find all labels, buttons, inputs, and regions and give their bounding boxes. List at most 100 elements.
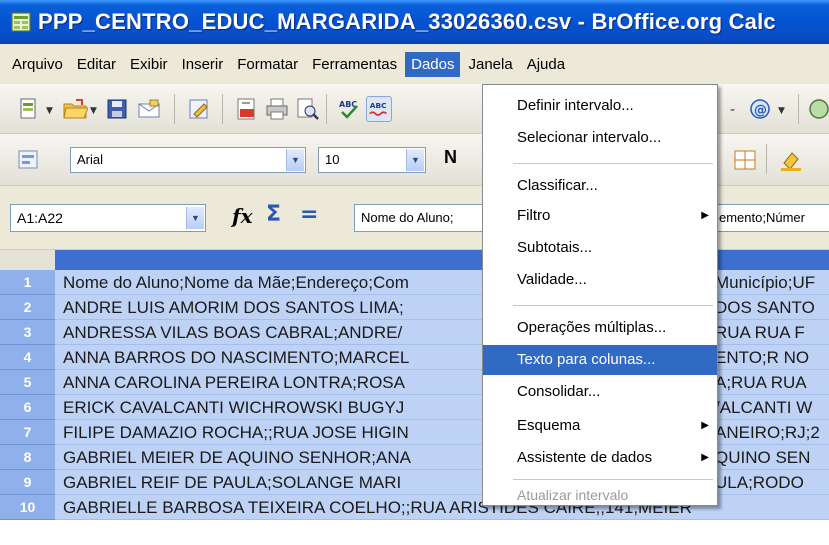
row-header[interactable]: 9 [0,470,55,495]
row-header[interactable]: 8 [0,445,55,470]
font-size-combobox[interactable]: 10 ▼ [318,147,426,173]
menu-item-assistente-de-dados[interactable]: Assistente de dados ▶ [483,443,717,473]
menu-bar: Arquivo Editar Exibir Inserir Formatar F… [0,44,829,84]
menu-separator [513,479,713,480]
svg-text:ABC: ABC [370,101,387,110]
export-pdf-icon[interactable] [234,96,260,122]
toolbar-separator [222,94,223,124]
navigator-icon[interactable] [806,96,829,122]
svg-text:@: @ [754,103,767,118]
sum-icon[interactable]: Σ [266,202,281,227]
submenu-arrow-icon: ▶ [701,210,709,221]
toolbar-separator [766,144,767,174]
calc-app-icon [11,12,31,32]
bold-button[interactable]: N [444,147,457,168]
font-size-dropdown-arrow-icon[interactable]: ▼ [406,149,424,171]
function-wizard-icon[interactable]: fx [232,204,253,228]
styles-formatting-icon[interactable] [16,147,42,173]
open-dropdown-arrow-icon[interactable]: ▼ [90,106,97,116]
row-header[interactable]: 4 [0,345,55,370]
menu-ajuda[interactable]: Ajuda [521,52,571,77]
menu-formatar[interactable]: Formatar [231,52,304,77]
open-folder-icon[interactable] [62,96,88,122]
cell-text-right: ENTO;R NO [715,348,810,367]
cell-text: ANDRESSA VILAS BOAS CABRAL;ANDRE/ [63,323,403,342]
new-document-icon[interactable] [16,96,42,122]
row-header[interactable]: 5 [0,370,55,395]
cell-text: ERICK CAVALCANTI WICHROWSKI BUGYJ [63,398,405,417]
cell-text: ANNA BARROS DO NASCIMENTO;MARCEL [63,348,410,367]
menu-item-texto-para-colunas[interactable]: Texto para colunas... [483,345,717,375]
cell-text: GABRIEL REIF DE PAULA;SOLANGE MARI [63,473,402,492]
menu-item-label: Texto para colunas... [517,351,656,368]
formula-content-left: Nome do Aluno; [361,210,454,225]
submenu-arrow-icon: ▶ [701,420,709,431]
menu-item-label: Operações múltiplas... [517,319,667,336]
menu-dados[interactable]: Dados [405,51,461,77]
autospellcheck-icon[interactable]: ABC [366,96,392,122]
new-dropdown-arrow-icon[interactable]: ▼ [46,106,53,116]
background-color-icon[interactable] [778,147,804,173]
menu-item-validade[interactable]: Validade... [483,265,717,295]
menu-arquivo[interactable]: Arquivo [6,52,69,77]
menu-item-consolidar[interactable]: Consolidar... [483,377,717,407]
cell-text-right: A;RUA RUA [715,373,807,392]
menu-item-selecionar-intervalo[interactable]: Selecionar intervalo... [483,123,717,153]
cell-text: GABRIEL MEIER DE AQUINO SENHOR;ANA [63,448,411,467]
menu-item-atualizar-intervalo: Atualizar intervalo [483,485,717,505]
menu-item-esquema[interactable]: Esquema ▶ [483,411,717,441]
email-document-icon[interactable] [136,96,162,122]
menu-item-filtro[interactable]: Filtro ▶ [483,201,717,231]
name-box-value: A1:A22 [17,210,63,226]
cell-text: FILIPE DAMAZIO ROCHA;;RUA JOSE HIGIN [63,423,409,442]
row-header[interactable]: 7 [0,420,55,445]
hyperlink-icon[interactable]: @ [748,96,774,122]
cell-text-right: ANEIRO;RJ;2 [715,423,820,442]
cell-text-right: Município;UF [715,273,816,292]
hyperlink-dropdown-arrow-icon[interactable]: ▼ [778,106,785,116]
row-header[interactable]: 2 [0,295,55,320]
function-icon[interactable]: = [300,202,318,227]
name-box[interactable]: A1:A22 ▼ [10,204,206,232]
toolbar-separator [326,94,327,124]
cell-text-right: QUINO SEN [715,448,811,467]
borders-icon[interactable] [732,147,758,173]
menu-item-operacoes-multiplas[interactable]: Operações múltiplas... [483,313,717,343]
menu-exibir[interactable]: Exibir [124,52,174,77]
row-header[interactable]: 10 [0,495,55,520]
menu-item-label: Filtro [517,207,551,224]
menu-item-label: Consolidar... [517,383,601,400]
font-name-combobox[interactable]: Arial ▼ [70,147,306,173]
font-name-dropdown-arrow-icon[interactable]: ▼ [286,149,304,171]
cell-text-right: RUA RUA F [715,323,805,342]
menu-item-definir-intervalo[interactable]: Definir intervalo... [483,91,717,121]
row-header[interactable]: 1 [0,270,55,295]
menu-ferramentas[interactable]: Ferramentas [306,52,403,77]
row-header[interactable]: 3 [0,320,55,345]
cell-text-right: /ALCANTI W [715,398,813,417]
print-icon[interactable] [264,96,290,122]
font-size-value: 10 [325,152,340,167]
page-preview-icon[interactable] [294,96,320,122]
title-bar: PPP_CENTRO_EDUC_MARGARIDA_33026360.csv -… [0,0,829,44]
menu-item-label: Atualizar intervalo [517,487,629,503]
menu-item-classificar[interactable]: Classificar... [483,171,717,201]
toolbar-separator [798,94,799,124]
menu-janela[interactable]: Janela [462,52,518,77]
menu-item-label: Validade... [517,271,587,288]
dash-separator: - [730,102,736,118]
spellcheck-icon[interactable]: ABC [336,96,362,122]
menu-editar[interactable]: Editar [71,52,122,77]
dados-menu: Definir intervalo... Selecionar interval… [482,84,718,506]
row-header[interactable]: 6 [0,395,55,420]
formula-content-right: emento;Númer [719,210,805,225]
submenu-arrow-icon: ▶ [701,452,709,463]
save-icon[interactable] [104,96,130,122]
name-box-dropdown-arrow-icon[interactable]: ▼ [186,207,204,229]
edit-file-icon[interactable] [186,96,212,122]
window-title: PPP_CENTRO_EDUC_MARGARIDA_33026360.csv -… [38,9,776,34]
menu-separator [513,163,713,164]
menu-inserir[interactable]: Inserir [176,52,230,77]
menu-item-subtotais[interactable]: Subtotais... [483,233,717,263]
cell-text-right: DOS SANTO [715,298,815,317]
